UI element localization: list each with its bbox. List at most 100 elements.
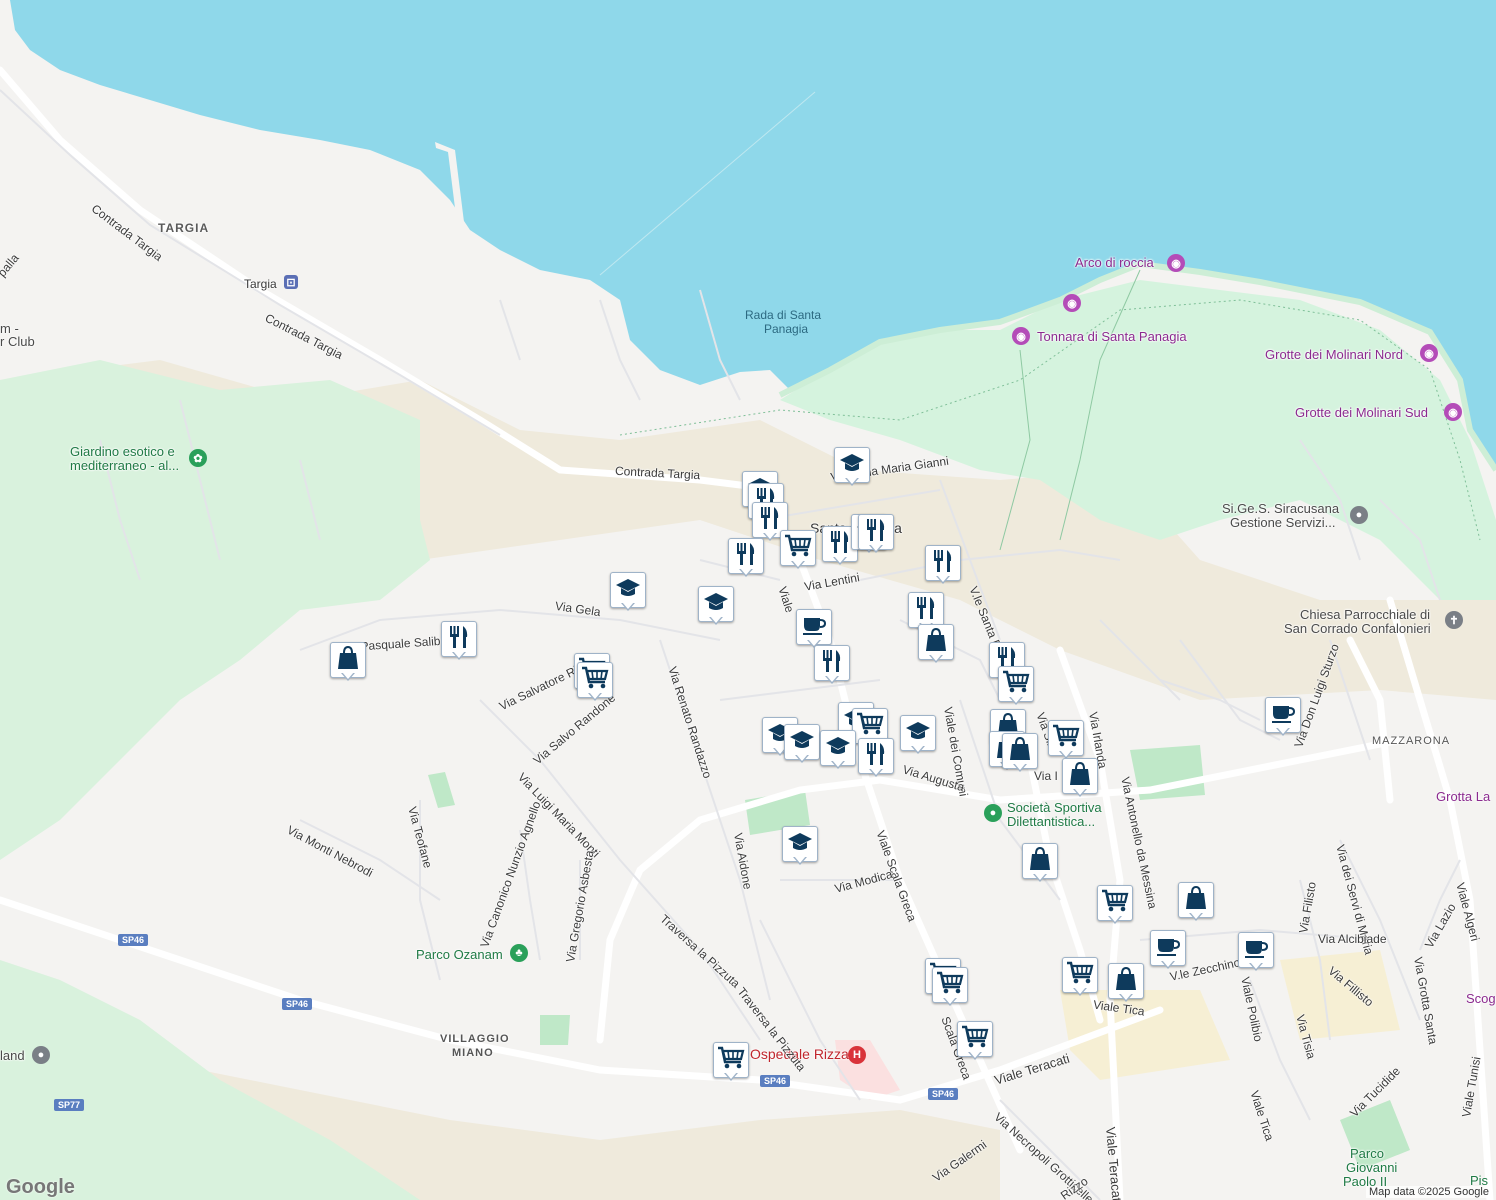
place-giardino-2[interactable]: mediterraneo - al... — [70, 459, 179, 473]
map-canvas[interactable]: TARGIA Targia ⊡ Contrada Targia Contrada… — [0, 0, 1496, 1200]
poi-pin-bag[interactable] — [1022, 843, 1058, 882]
place-rada-1: Rada di Santa — [745, 308, 822, 322]
camera-icon[interactable]: ◉ — [1063, 294, 1081, 312]
poi-pin-restaurant[interactable] — [858, 738, 894, 777]
restaurant-icon — [864, 741, 888, 772]
place-parco-ozanam[interactable]: Parco Ozanam — [416, 948, 503, 962]
poi-pin-cafe[interactable] — [796, 609, 832, 648]
poi-pin-restaurant[interactable] — [858, 514, 894, 553]
poi-pin-bag[interactable] — [1002, 733, 1038, 772]
poi-pin-restaurant[interactable] — [728, 538, 764, 577]
school-icon — [789, 729, 815, 756]
poi-pin-cart[interactable] — [957, 1021, 993, 1060]
place-arco[interactable]: Arco di roccia — [1075, 256, 1154, 270]
map-attribution[interactable]: Map data ©2025 Google — [1365, 1186, 1492, 1198]
church-icon[interactable]: ✝ — [1445, 611, 1463, 629]
camera-icon[interactable]: ◉ — [1012, 327, 1030, 345]
poi-pin-cafe[interactable] — [1238, 932, 1274, 971]
poi-pin-restaurant[interactable] — [925, 545, 961, 584]
camera-icon[interactable]: ◉ — [1167, 254, 1185, 272]
poi-pin-bag[interactable] — [1108, 963, 1144, 1002]
poi-pin-school[interactable] — [784, 724, 820, 763]
place-land[interactable]: land — [0, 1049, 25, 1063]
hospital-icon[interactable]: H — [848, 1046, 866, 1064]
cart-icon — [856, 711, 884, 742]
place-sigesi-1[interactable]: Si.Ge.S. Siracusana — [1222, 502, 1339, 516]
poi-pin-school[interactable] — [782, 826, 818, 865]
poi-pin-bag[interactable] — [1062, 758, 1098, 797]
train-station-icon[interactable]: ⊡ — [284, 275, 298, 289]
shopping-bag-icon — [1028, 846, 1052, 877]
road-shield-sp46: SP46 — [928, 1088, 959, 1100]
place-molinari-nord[interactable]: Grotte dei Molinari Nord — [1265, 348, 1403, 362]
place-sigesi-2[interactable]: Gestione Servizi... — [1230, 516, 1336, 530]
school-icon — [703, 591, 729, 618]
sports-icon[interactable]: ● — [984, 804, 1002, 822]
place-tonnara[interactable]: Tonnara di Santa Panagia — [1037, 330, 1187, 344]
shopping-bag-icon — [1008, 736, 1032, 767]
place-grotta-la[interactable]: Grotta La — [1436, 790, 1490, 804]
business-icon[interactable]: ● — [1350, 506, 1368, 524]
place-targia: TARGIA — [158, 221, 210, 235]
poi-pin-cart[interactable] — [713, 1042, 749, 1081]
poi-pin-cart[interactable] — [1048, 720, 1084, 759]
restaurant-icon — [734, 541, 758, 572]
place-parco-gp-1[interactable]: Parco — [1350, 1147, 1384, 1161]
poi-pin-cart[interactable] — [577, 662, 613, 701]
poi-pin-school[interactable] — [698, 586, 734, 625]
cart-icon — [1052, 723, 1080, 754]
poi-pin-cafe[interactable] — [1150, 930, 1186, 969]
restaurant-icon — [931, 548, 955, 579]
cart-icon — [581, 665, 609, 696]
google-logo: Google — [6, 1176, 75, 1198]
place-rada-2: Panagia — [764, 322, 809, 336]
camera-icon[interactable]: ◉ — [1444, 403, 1462, 421]
cart-icon — [1066, 960, 1094, 991]
poi-pin-bag[interactable] — [1178, 882, 1214, 921]
cart-icon — [961, 1024, 989, 1055]
poi-pin-bag[interactable] — [330, 642, 366, 681]
cafe-icon — [800, 613, 828, 642]
place-chiesa-1[interactable]: Chiesa Parrocchiale di — [1300, 608, 1430, 622]
cart-icon — [717, 1045, 745, 1076]
road-shield-sp46: SP46 — [282, 998, 313, 1010]
cart-icon — [784, 533, 812, 564]
place-societa-2[interactable]: Dilettantistica... — [1007, 815, 1095, 829]
park-icon[interactable]: ♣ — [510, 944, 528, 962]
place-molinari-sud[interactable]: Grotte dei Molinari Sud — [1295, 406, 1428, 420]
cafe-icon — [1154, 934, 1182, 963]
cafe-icon — [1269, 701, 1297, 730]
poi-pin-restaurant[interactable] — [441, 621, 477, 660]
poi-pin-school[interactable] — [820, 730, 856, 769]
poi-pin-cart[interactable] — [780, 530, 816, 569]
poi-pin-school[interactable] — [834, 447, 870, 486]
place-giardino-1[interactable]: Giardino esotico e — [70, 445, 175, 459]
poi-pin-cart[interactable] — [1062, 957, 1098, 996]
poi-pin-bag[interactable] — [918, 624, 954, 663]
garden-icon[interactable]: ✿ — [189, 449, 207, 467]
place-chiesa-2[interactable]: San Corrado Confalonieri — [1284, 622, 1431, 636]
place-parco-gp-2[interactable]: Giovanni — [1346, 1161, 1397, 1175]
cart-icon — [1002, 669, 1030, 700]
poi-pin-school[interactable] — [900, 715, 936, 754]
school-icon — [787, 831, 813, 858]
place-club-2: r Club — [0, 334, 35, 349]
poi-pin-cart[interactable] — [998, 666, 1034, 705]
place-targia-station[interactable]: Targia — [244, 277, 277, 291]
business-icon[interactable]: ● — [32, 1046, 50, 1064]
poi-pin-cart[interactable] — [932, 967, 968, 1006]
school-icon — [825, 735, 851, 762]
street-via-ic: Via I — [1034, 769, 1058, 783]
road-shield-sp77: SP77 — [54, 1099, 85, 1111]
poi-pin-cafe[interactable] — [1265, 697, 1301, 736]
poi-pin-school[interactable] — [610, 572, 646, 611]
shopping-bag-icon — [1114, 966, 1138, 997]
shopping-bag-icon — [1184, 885, 1208, 916]
road-shield-sp46: SP46 — [118, 934, 149, 946]
place-scog[interactable]: Scog — [1466, 992, 1496, 1006]
poi-pin-cart[interactable] — [1097, 885, 1133, 924]
camera-icon[interactable]: ◉ — [1420, 344, 1438, 362]
cart-icon — [936, 970, 964, 1001]
poi-pin-restaurant[interactable] — [814, 645, 850, 684]
place-societa-1[interactable]: Società Sportiva — [1007, 801, 1102, 815]
